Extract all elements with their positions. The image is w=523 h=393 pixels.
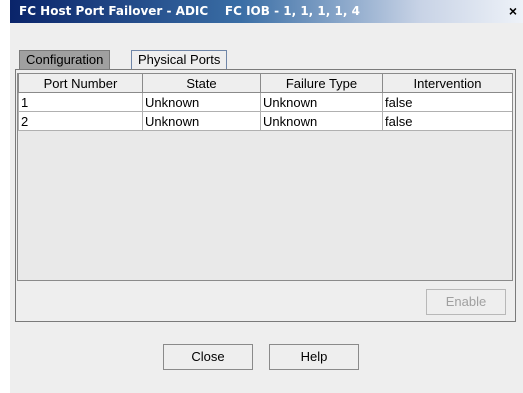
close-window-icon[interactable]: ×	[505, 3, 521, 19]
column-header-intervention[interactable]: Intervention	[382, 74, 512, 93]
cell-port-number: 2	[18, 111, 143, 131]
tab-configuration[interactable]: Configuration	[19, 50, 111, 69]
column-header-state[interactable]: State	[142, 74, 261, 93]
column-header-port-number[interactable]: Port Number	[18, 74, 143, 93]
table-header-row: Port Number State Failure Type Intervent…	[18, 74, 512, 93]
cell-failure-type: Unknown	[260, 92, 383, 112]
cell-state: Unknown	[142, 92, 261, 112]
window-title: FC Host Port Failover - ADIC FC IOB - 1,…	[19, 4, 360, 18]
table-row[interactable]: 1 Unknown Unknown false	[18, 92, 512, 112]
table-row[interactable]: 2 Unknown Unknown false	[18, 111, 512, 131]
cell-port-number: 1	[18, 92, 143, 112]
close-button[interactable]: Close	[163, 344, 253, 370]
help-button[interactable]: Help	[269, 344, 359, 370]
cell-intervention: false	[382, 111, 512, 131]
tab-physical-ports[interactable]: Physical Ports	[131, 50, 228, 69]
title-bar[interactable]: FC Host Port Failover - ADIC FC IOB - 1,…	[10, 0, 523, 23]
enable-button[interactable]: Enable	[426, 289, 506, 315]
column-header-failure-type[interactable]: Failure Type	[260, 74, 383, 93]
ports-table: Port Number State Failure Type Intervent…	[17, 73, 513, 281]
cell-failure-type: Unknown	[260, 111, 383, 131]
cell-intervention: false	[382, 92, 512, 112]
cell-state: Unknown	[142, 111, 261, 131]
